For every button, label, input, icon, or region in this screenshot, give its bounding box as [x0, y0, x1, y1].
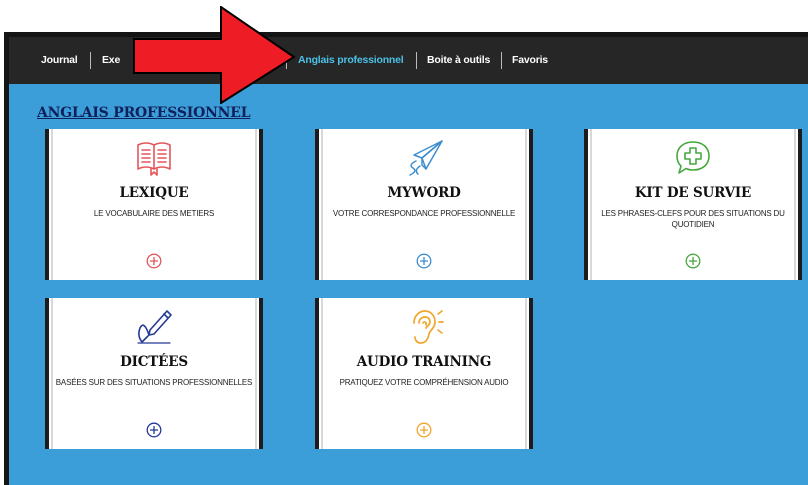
nav-anglais-professionnel[interactable]: Anglais professionnel — [298, 37, 404, 84]
nav-exercices[interactable]: Exe — [102, 37, 120, 84]
card-lexique[interactable]: LEXIQUE LE VOCABULAIRE DES METIERS — [45, 129, 263, 280]
card-subtitle: VOTRE CORRESPONDANCE PROFESSIONNELLE — [332, 209, 516, 218]
card-subtitle: LE VOCABULAIRE DES METIERS — [93, 209, 215, 218]
ear-icon — [413, 310, 444, 344]
card-title: AUDIO TRAINING — [356, 354, 492, 370]
plus-circle-icon[interactable] — [685, 253, 701, 269]
nav-separator — [501, 52, 502, 69]
card-audio-training[interactable]: AUDIO TRAINING PRATIQUEZ VOTRE COMPRÉHEN… — [315, 298, 533, 449]
card-subtitle: PRATIQUEZ VOTRE COMPRÉHENSION AUDIO — [339, 378, 509, 387]
pen-icon — [137, 310, 172, 344]
plus-circle-icon[interactable] — [416, 422, 432, 438]
nav-separator — [90, 52, 91, 69]
book-icon — [137, 142, 171, 176]
paper-plane-icon — [409, 140, 443, 176]
card-title: MYWORD — [387, 185, 461, 201]
card-title: LEXIQUE — [119, 185, 189, 201]
section-title: ANGLAIS PROFESSIONNEL — [37, 105, 251, 121]
card-dictees[interactable]: DICTÉES BASÉES SUR DES SITUATIONS PROFES… — [45, 298, 263, 449]
nav-boite-a-outils[interactable]: Boite à outils — [427, 37, 490, 84]
plus-circle-icon[interactable] — [416, 253, 432, 269]
card-kit-de-survie[interactable]: KIT DE SURVIE LES PHRASES-CLEFS POUR DES… — [584, 129, 802, 280]
nav-favoris[interactable]: Favoris — [512, 37, 548, 84]
speech-bubble-plus-icon — [676, 141, 710, 174]
card-subtitle: LES PHRASES-CLEFS POUR DES SITUATIONS DU… — [601, 209, 785, 229]
card-title: DICTÉES — [120, 354, 188, 370]
card-myword[interactable]: MYWORD VOTRE CORRESPONDANCE PROFESSIONNE… — [315, 129, 533, 280]
nav-journal[interactable]: Journal — [41, 37, 78, 84]
card-title: KIT DE SURVIE — [634, 185, 752, 201]
red-arrow-annotation — [133, 6, 296, 104]
nav-separator — [416, 52, 417, 69]
plus-circle-icon[interactable] — [146, 253, 162, 269]
card-subtitle: BASÉES SUR DES SITUATIONS PROFESSIONNELL… — [55, 378, 253, 387]
plus-circle-icon[interactable] — [146, 422, 162, 438]
top-navbar: Journal Exe on Anglais professionnel Boi… — [9, 37, 808, 84]
